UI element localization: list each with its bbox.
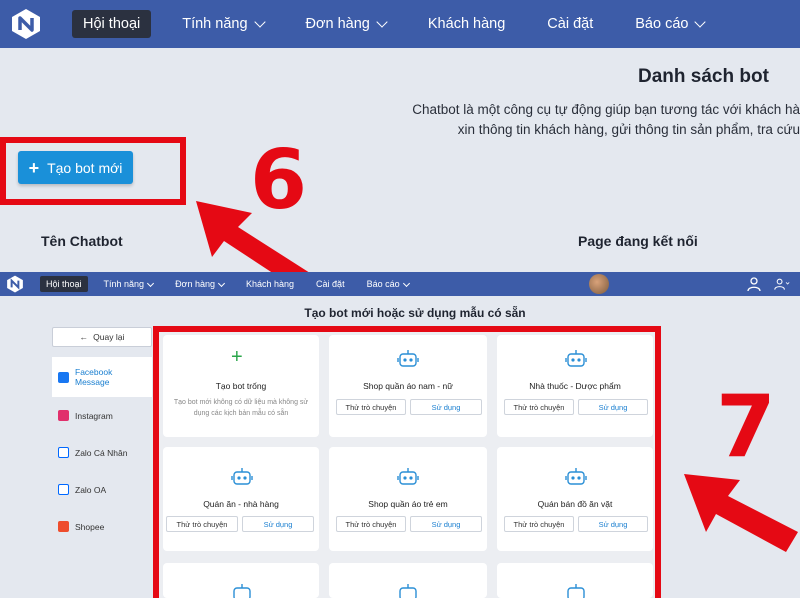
channel-label: Zalo Cá Nhân (75, 447, 128, 458)
column-header-connected-page: Page đang kết nối (578, 233, 698, 249)
nav-cai-dat[interactable]: Cài đặt (536, 10, 604, 38)
nav-label: Báo cáo (366, 279, 400, 289)
channel-facebook[interactable]: Facebook Message (52, 357, 152, 397)
nav-tinh-nang[interactable]: Tính năng (171, 10, 274, 38)
nav-label: Đơn hàng (305, 16, 370, 32)
page-avatar[interactable] (589, 274, 609, 294)
channel-zalo-personal[interactable]: Zalo Cá Nhân (52, 434, 152, 471)
chevron-down-icon (694, 16, 707, 28)
arrow-step7-icon (684, 474, 798, 552)
modal-navbar: Hội thoại Tính năng Đơn hàng Khách hàng … (0, 272, 800, 296)
nav-hoi-thoai[interactable]: Hội thoại (40, 276, 88, 292)
nav-label: Khách hàng (427, 16, 506, 32)
column-header-chatbot-name: Tên Chatbot (41, 233, 123, 249)
nav-label: Tính năng (103, 279, 145, 289)
channel-label: Shopee (75, 521, 105, 532)
page-description: Chatbot là một công cụ tự động giúp bạn … (380, 100, 800, 140)
channel-label: Zalo OA (75, 484, 107, 495)
chevron-down-icon (376, 16, 388, 28)
channel-zalo-oa[interactable]: Zalo OA (52, 471, 152, 508)
arrow-left-icon: ← (79, 332, 89, 342)
nav-don-hang[interactable]: Đơn hàng (295, 10, 397, 38)
nav-label: Khách hàng (246, 279, 295, 289)
chevron-down-icon (217, 279, 226, 287)
modal-title: Tạo bot mới hoặc sử dụng mẫu có sẵn (304, 306, 526, 320)
nav-label: Cài đặt (316, 279, 345, 289)
brand-logo-icon[interactable] (10, 8, 42, 40)
channel-label: Facebook Message (75, 367, 113, 387)
channel-sidebar: ← Quay lại Facebook Message Instagram Zal… (52, 327, 152, 545)
shopee-icon (58, 521, 69, 532)
zalo-oa-icon (58, 484, 69, 495)
back-button[interactable]: ← Quay lại (52, 327, 152, 347)
description-line: Chatbot là một công cụ tự động giúp bạn … (412, 102, 800, 117)
highlight-box-step6 (0, 137, 186, 205)
highlight-box-step7 (153, 326, 661, 598)
top-navbar: Hội thoại Tính năng Đơn hàng Khách hàng … (0, 0, 800, 48)
chevron-down-icon (147, 279, 155, 287)
nav-khach-hang[interactable]: Khách hàng (417, 10, 516, 38)
channel-label: Instagram (75, 410, 113, 421)
zalo-icon (58, 447, 69, 458)
chevron-down-icon (402, 279, 410, 287)
brand-logo-icon[interactable] (6, 275, 24, 293)
nav-hoi-thoai[interactable]: Hội thoại (72, 10, 152, 38)
channel-shopee[interactable]: Shopee (52, 508, 152, 545)
nav-tinh-nang[interactable]: Tính năng (98, 276, 160, 292)
nav-don-hang[interactable]: Đơn hàng (169, 276, 230, 292)
nav-label: Báo cáo (635, 16, 689, 32)
step-number-7: 7 (716, 377, 776, 477)
nav-label: Tính năng (182, 16, 248, 32)
instagram-icon (58, 410, 69, 421)
back-label: Quay lại (93, 332, 125, 342)
nav-bao-cao[interactable]: Báo cáo (361, 276, 415, 292)
nav-label: Đơn hàng (175, 279, 215, 289)
user-switch-icon[interactable] (746, 276, 762, 292)
facebook-icon (58, 371, 69, 383)
nav-label: Cài đặt (547, 16, 594, 32)
account-menu-icon[interactable] (774, 276, 790, 292)
nav-label: Hội thoại (46, 279, 82, 289)
description-line: xin thông tin khách hàng, gửi thông tin … (457, 122, 800, 137)
chevron-down-icon (253, 16, 266, 28)
channel-instagram[interactable]: Instagram (52, 397, 152, 434)
nav-cai-dat[interactable]: Cài đặt (310, 276, 351, 292)
page-title: Danh sách bot (638, 66, 769, 87)
nav-label: Hội thoại (83, 16, 141, 32)
nav-khach-hang[interactable]: Khách hàng (240, 276, 300, 292)
nav-bao-cao[interactable]: Báo cáo (624, 10, 715, 38)
